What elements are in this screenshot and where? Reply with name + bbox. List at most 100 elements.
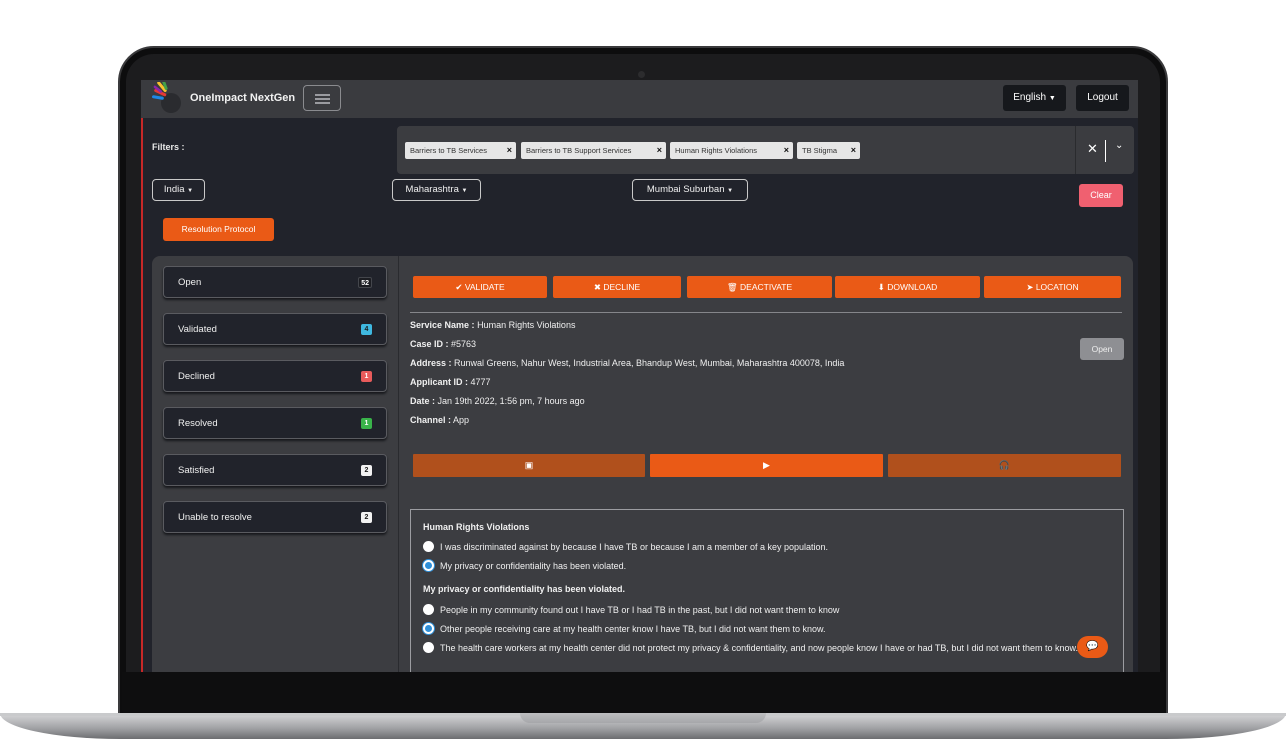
status-item-unable-to-resolve[interactable]: Unable to resolve 2 [163,501,387,533]
location-button[interactable]: ➤ LOCATION [984,276,1121,298]
multiselect-indicator-divider [1105,140,1106,162]
decline-button[interactable]: ✖ DECLINE [553,276,681,298]
remove-chip-icon[interactable]: × [851,142,856,159]
logout-button[interactable]: Logout [1076,85,1129,111]
filter-chip: Barriers to TB Services × [405,142,516,159]
chip-label: TB Stigma [802,146,838,155]
country-value: India [163,184,185,195]
remove-chip-icon[interactable]: × [507,142,512,159]
answer-text: My privacy or confidentiality has been v… [440,561,627,571]
deactivate-label: DEACTIVATE [740,282,793,292]
applicant-id-label: Applicant ID : [410,377,468,387]
radio-unchecked[interactable] [423,642,434,653]
status-label: Validated [178,324,217,335]
location-arrow-icon: ➤ [1026,282,1034,292]
status-label: Unable to resolve [178,512,252,523]
caret-down-icon: ▼ [1048,95,1056,102]
decline-label: DECLINE [603,282,641,292]
filter-chip: TB Stigma × [797,142,860,159]
filter-chip: Human Rights Violations × [670,142,793,159]
caret-down-icon: ▼ [461,188,468,194]
status-count-badge: 4 [361,324,372,335]
status-item-declined[interactable]: Declined 1 [163,360,387,392]
district-dropdown[interactable]: Mumbai Suburban ▼ [632,179,748,201]
headphones-icon: 🎧 [998,460,1011,470]
status-item-open[interactable]: Open 52 [163,266,387,298]
case-id-label: Case ID : [410,339,449,349]
deactivate-button[interactable]: 🗑 DEACTIVATE [687,276,832,298]
channel-value: App [453,415,470,425]
radio-unchecked[interactable] [423,541,434,552]
chevron-down-icon[interactable]: ⌄ [1115,140,1123,151]
chip-label: Human Rights Violations [675,146,757,155]
radio-checked[interactable] [423,560,434,571]
country-dropdown[interactable]: India ▼ [152,179,205,201]
status-label: Resolved [178,418,218,429]
status-count-badge: 1 [361,371,372,382]
validate-button[interactable]: ✔ VALIDATE [413,276,547,298]
clear-all-icon[interactable]: ✕ [1087,141,1098,157]
status-label: Satisfied [178,465,215,476]
brand-logo-icon [151,82,181,113]
remove-chip-icon[interactable]: × [657,142,662,159]
radio-checked[interactable] [423,623,434,634]
case-id-value: #5763 [451,339,477,349]
channel-label: Channel : [410,415,452,425]
category-multiselect[interactable]: Barriers to TB Services × Barriers to TB … [397,126,1134,174]
case-detail-panel: ✔ VALIDATE ✖ DECLINE 🗑 DEACTIVATE ⬇ DOWN… [398,256,1133,672]
image-icon: ▣ [524,460,534,470]
image-tab[interactable]: ▣ [413,454,645,477]
remove-chip-icon[interactable]: × [784,142,789,159]
status-count-badge: 1 [361,418,372,429]
date-row: Date : Jan 19th 2022, 1:56 pm, 7 hours a… [410,396,585,406]
date-label: Date : [410,396,436,406]
clear-filters-button[interactable]: Clear [1079,184,1123,207]
channel-row: Channel : App [410,415,469,425]
answer-text: I was discriminated against by because I… [440,542,829,552]
play-icon: ▶ [763,460,770,470]
state-dropdown[interactable]: Maharashtra ▼ [392,179,481,201]
case-status-button[interactable]: Open [1080,338,1124,360]
menu-toggle-button[interactable] [303,85,341,111]
status-label: Declined [178,371,215,382]
questionnaire-box: Human Rights Violations I was discrimina… [410,509,1124,672]
laptop-camera [638,71,645,78]
case-id-row: Case ID : #5763 [410,339,476,349]
question-title: Human Rights Violations [423,522,530,532]
applicant-id-value: 4777 [470,377,491,387]
answer-text: The health care workers at my health cen… [440,643,1079,653]
laptop-chin [122,672,1164,714]
accent-edge [141,118,143,672]
status-item-satisfied[interactable]: Satisfied 2 [163,454,387,486]
answer-text: Other people receiving care at my health… [440,624,826,634]
language-dropdown[interactable]: English ▼ [1003,85,1066,111]
validate-label: VALIDATE [464,282,505,292]
resolution-protocol-button[interactable]: Resolution Protocol [163,218,274,241]
radio-unchecked[interactable] [423,604,434,615]
service-name-row: Service Name : Human Rights Violations [410,320,575,330]
download-button[interactable]: ⬇ DOWNLOAD [835,276,980,298]
video-tab[interactable]: ▶ [650,454,883,477]
district-value: Mumbai Suburban [646,184,725,195]
status-label: Open [178,277,202,288]
multiselect-divider [1075,126,1076,174]
status-item-resolved[interactable]: Resolved 1 [163,407,387,439]
state-value: Maharashtra [405,184,459,195]
laptop-base-notch [520,713,766,723]
audio-tab[interactable]: 🎧 [888,454,1121,477]
chat-button[interactable]: 💬 [1077,636,1108,658]
address-label: Address : [410,358,452,368]
date-value: Jan 19th 2022, 1:56 pm, 7 hours ago [437,396,585,406]
navbar: OneImpact NextGen English ▼ Logout [141,80,1138,118]
address-value: Runwal Greens, Nahur West, Industrial Ar… [454,358,845,368]
question-title: My privacy or confidentiality has been v… [423,584,626,594]
address-row: Address : Runwal Greens, Nahur West, Ind… [410,358,844,368]
times-icon: ✖ [593,282,601,292]
caret-down-icon: ▼ [727,188,734,194]
status-count-badge: 52 [358,277,372,288]
service-name-label: Service Name : [410,320,475,330]
status-item-validated[interactable]: Validated 4 [163,313,387,345]
download-label: DOWNLOAD [887,282,938,292]
filters-label: Filters : [152,142,185,152]
language-label: English [1013,92,1047,103]
